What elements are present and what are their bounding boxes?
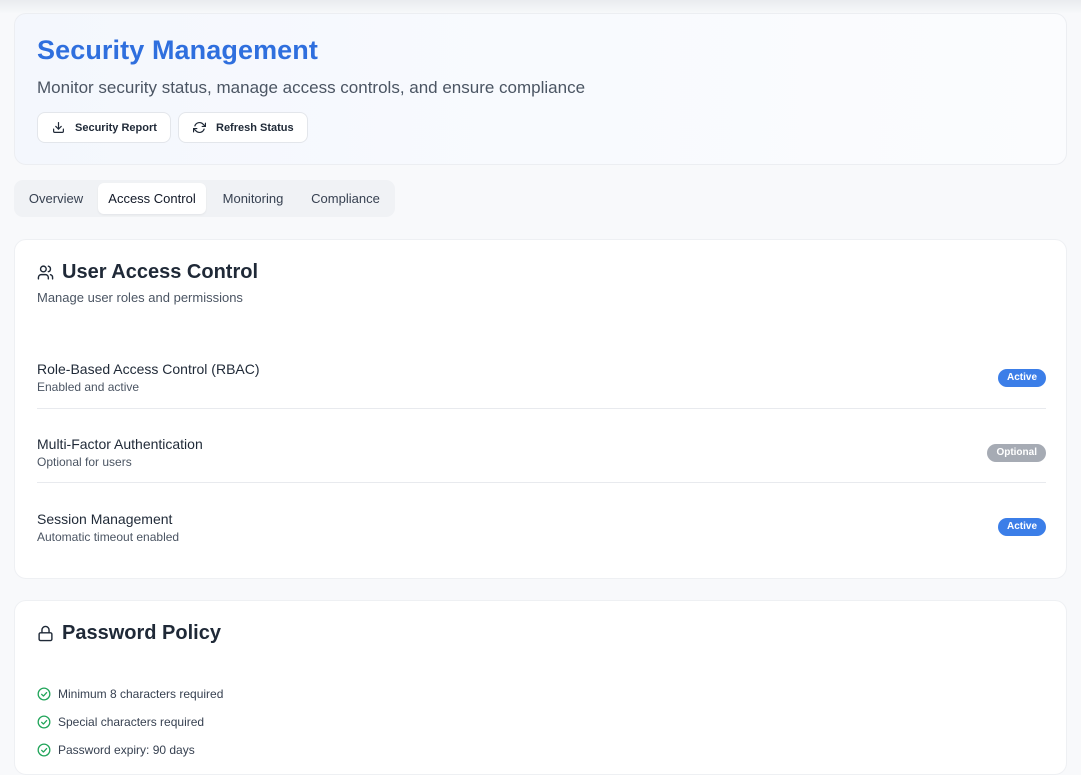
divider	[37, 408, 1046, 409]
row-label: Role-Based Access Control (RBAC)	[37, 361, 260, 377]
refresh-status-button[interactable]: Refresh Status	[178, 112, 308, 143]
row-sub: Optional for users	[37, 455, 132, 469]
tab-compliance[interactable]: Compliance	[300, 183, 391, 214]
password-policy-card: Password Policy Minimum 8 characters req…	[14, 600, 1067, 775]
page-title: Security Management	[37, 35, 318, 65]
status-badge: Active	[997, 518, 1046, 536]
refresh-icon	[193, 122, 206, 133]
password-policy-title: Password Policy	[62, 622, 221, 644]
access-row-session: Session Management Automatic timeout ena…	[37, 511, 1046, 544]
refresh-status-label: Refresh Status	[216, 121, 294, 134]
lock-icon	[38, 625, 53, 642]
security-report-label: Security Report	[75, 121, 157, 134]
security-report-button[interactable]: Security Report	[37, 112, 171, 143]
check-circle-icon	[37, 743, 51, 757]
row-label: Multi-Factor Authentication	[37, 436, 203, 452]
user-access-control-card: User Access Control Manage user roles an…	[14, 239, 1067, 579]
status-badge: Active	[997, 369, 1046, 387]
row-sub: Automatic timeout enabled	[37, 530, 180, 544]
check-circle-icon	[37, 687, 51, 701]
row-sub: Enabled and active	[37, 380, 140, 394]
top-shadow	[0, 0, 1081, 14]
policy-item: Password expiry: 90 days	[37, 743, 195, 757]
page-subtitle: Monitor security status, manage access c…	[37, 78, 586, 97]
row-label: Session Management	[37, 511, 173, 527]
page-header: Security Management Monitor security sta…	[14, 13, 1067, 165]
access-row-rbac: Role-Based Access Control (RBAC) Enabled…	[37, 361, 1046, 394]
policy-item: Special characters required	[37, 715, 204, 729]
policy-item-label: Password expiry: 90 days	[58, 743, 195, 757]
download-icon	[53, 122, 64, 133]
access-row-mfa: Multi-Factor Authentication Optional for…	[37, 436, 1046, 469]
status-badge: Optional	[987, 444, 1046, 462]
policy-item: Minimum 8 characters required	[37, 687, 223, 701]
card-title: User Access Control	[37, 261, 258, 284]
policy-item-label: Minimum 8 characters required	[58, 687, 224, 701]
check-circle-icon	[37, 715, 51, 729]
section-tabs: Overview Access Control Monitoring Compl…	[14, 180, 395, 217]
divider	[37, 482, 1046, 483]
users-icon	[37, 265, 54, 280]
policy-item-label: Special characters required	[58, 715, 205, 729]
user-access-control-title: User Access Control	[62, 261, 258, 283]
tab-access-control[interactable]: Access Control	[98, 183, 206, 214]
card-title: Password Policy	[37, 622, 221, 645]
card-description: Manage user roles and permissions	[37, 290, 243, 305]
tab-overview[interactable]: Overview	[18, 183, 94, 214]
tab-monitoring[interactable]: Monitoring	[210, 183, 296, 214]
